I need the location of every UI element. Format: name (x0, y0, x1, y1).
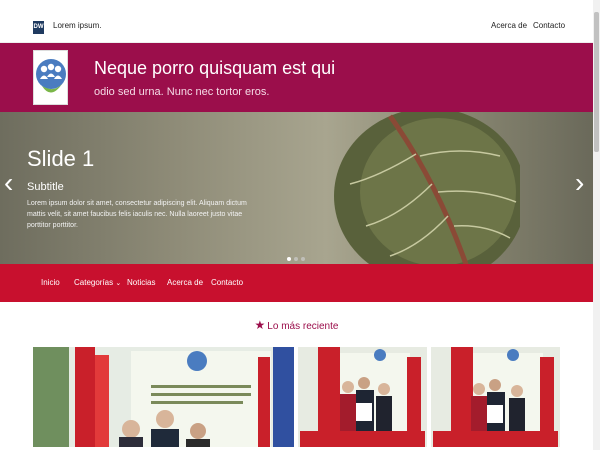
topnav-contacto[interactable]: Contacto (533, 21, 565, 30)
leaf-image (334, 112, 520, 264)
nav-item-inicio[interactable]: Inicio (41, 278, 60, 287)
main-nav: Inicio Categorías ⌄ Noticias Acerca de C… (0, 264, 593, 302)
news-card[interactable] (431, 347, 560, 447)
news-card[interactable] (298, 347, 427, 447)
carousel-prev-icon[interactable]: ‹ (4, 169, 13, 197)
nav-item-categorias[interactable]: Categorías ⌄ (74, 278, 121, 287)
hero-carousel[interactable]: Slide 1 Subtitle Lorem ipsum dolor sit a… (0, 112, 593, 264)
news-image (33, 347, 294, 447)
carousel-indicators (287, 248, 308, 264)
carousel-dot[interactable] (301, 257, 305, 261)
star-icon: ★ (254, 318, 266, 332)
site-title: Neque porro quisquam est qui (94, 58, 336, 78)
chevron-down-icon: ⌄ (115, 280, 122, 287)
nav-item-noticias[interactable]: Noticias (127, 278, 155, 287)
carousel-next-icon[interactable]: › (575, 169, 584, 197)
news-image (298, 347, 427, 447)
site-header: Neque porro quisquam est qui odio sed ur… (0, 43, 593, 112)
top-bar: DW Lorem ipsum. Acerca de Contacto (0, 15, 593, 43)
scrollbar-thumb[interactable] (594, 12, 599, 152)
brand-name[interactable]: Lorem ipsum. (53, 21, 101, 30)
organization-logo[interactable] (33, 50, 68, 105)
site-subtitle: odio sed urna. Nunc nec tortor eros. (94, 86, 270, 98)
slide-text: Lorem ipsum dolor sit amet, consectetur … (27, 200, 247, 229)
nav-item-acerca-de[interactable]: Acerca de (167, 278, 203, 287)
nav-item-label: Categorías (74, 278, 114, 287)
section-title: Lo más reciente (267, 321, 339, 332)
carousel-dot[interactable] (287, 257, 291, 261)
brand-logo[interactable]: DW (33, 21, 44, 34)
news-image (431, 347, 560, 447)
carousel-dot[interactable] (294, 257, 298, 261)
slide-title: Slide 1 (27, 146, 95, 171)
section-heading: ★ Lo más reciente (0, 318, 593, 332)
topnav-acerca-de[interactable]: Acerca de (491, 21, 527, 30)
page-scrollbar[interactable] (593, 0, 600, 450)
news-card[interactable] (33, 347, 294, 447)
slide-subtitle: Subtitle (27, 181, 64, 193)
nav-item-contacto[interactable]: Contacto (211, 278, 243, 287)
